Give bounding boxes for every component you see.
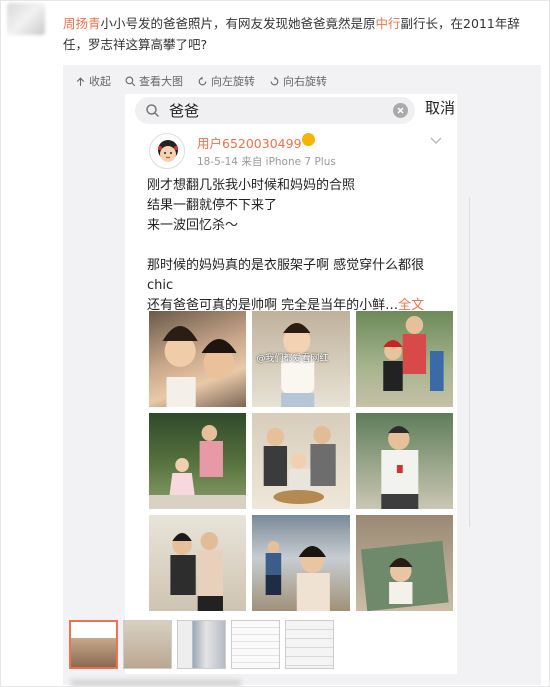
thumbnail[interactable] [231, 620, 280, 669]
media-viewer: 收起 查看大图 向左旋转 向右旋转 爸爸 取消 用户6520030499 18-… [63, 65, 541, 685]
author-link[interactable]: 周扬青 [63, 16, 101, 31]
post-text-part-a: 小小号发的爸爸照片，有网友发现她爸爸竟然是原 [100, 16, 376, 31]
rotate-right-icon [270, 76, 279, 85]
weibo-card-header: 用户6520030499 18-5-14 来自 iPhone 7 Plus [125, 130, 457, 174]
search-bar: 爸爸 [135, 97, 415, 124]
thumbnail[interactable] [69, 620, 118, 669]
rotate-right-button[interactable]: 向右旋转 [269, 73, 327, 89]
photo-grid: @我们都爱看网红 [149, 311, 453, 611]
scroll-indicator [464, 197, 470, 527]
photo-1 [149, 311, 247, 407]
thumbnail[interactable] [285, 620, 334, 669]
post-meta: 18-5-14 来自 iPhone 7 Plus [197, 156, 336, 168]
thumbnail[interactable] [177, 620, 226, 669]
photo-9 [355, 515, 453, 611]
search-icon [146, 104, 160, 118]
weibo-post: 周扬青小小号发的爸爸照片，有网友发现她爸爸竟然是原中行副行长，在2011年辞任，… [0, 0, 550, 687]
collapse-button[interactable]: 收起 [75, 73, 111, 89]
cancel-label: 取消 [425, 99, 456, 117]
username: 用户6520030499 [197, 136, 302, 151]
embedded-screenshot[interactable]: 爸爸 取消 用户6520030499 18-5-14 来自 iPhone 7 P… [125, 94, 457, 674]
user-badge-icon [302, 133, 315, 146]
photo-2: @我们都爱看网红 [252, 311, 350, 407]
rotate-left-button[interactable]: 向左旋转 [197, 73, 255, 89]
body-line: 结果一翻就停不下来了 [147, 198, 278, 213]
body-line: 刚才想翻几张我小时候和妈妈的合照 [147, 178, 356, 193]
blurred-footer-text [71, 679, 241, 686]
post-text: 周扬青小小号发的爸爸照片，有网友发现她爸爸竟然是原中行副行长，在2011年辞任，… [63, 13, 533, 55]
thumbnail[interactable] [123, 620, 172, 669]
view-large-button[interactable]: 查看大图 [125, 73, 183, 89]
collapse-label: 收起 [89, 75, 111, 88]
chevron-down-icon [430, 137, 442, 145]
author-avatar[interactable] [7, 3, 45, 35]
photo-4 [149, 413, 247, 509]
view-large-label: 查看大图 [139, 75, 183, 88]
rotate-left-label: 向左旋转 [211, 75, 255, 88]
search-query: 爸爸 [169, 102, 200, 120]
collapse-icon [76, 76, 85, 86]
body-line: 那时候的妈妈真的是衣服架子啊 感觉穿什么都很chic [147, 258, 425, 293]
photo-5 [252, 413, 350, 509]
photo-8 [252, 515, 350, 611]
thumbnail-strip [69, 620, 334, 669]
photo-3 [355, 311, 453, 407]
body-line: 来一波回忆杀～ [147, 218, 239, 233]
weibo-body: 刚才想翻几张我小时候和妈妈的合照 结果一翻就停不下来了 来一波回忆杀～ 那时候的… [147, 176, 447, 316]
rotate-right-label: 向右旋转 [283, 75, 327, 88]
search-zoom-icon [125, 76, 136, 86]
media-toolbar: 收起 查看大图 向左旋转 向右旋转 [75, 73, 327, 89]
photo-6 [355, 413, 453, 509]
photo-watermark: @我们都爱看网红 [256, 354, 329, 364]
clear-icon [393, 103, 408, 118]
rotate-left-icon [198, 76, 207, 85]
photo-7 [149, 515, 247, 611]
topic-link[interactable]: 中行 [376, 16, 401, 31]
user-avatar [149, 133, 185, 169]
